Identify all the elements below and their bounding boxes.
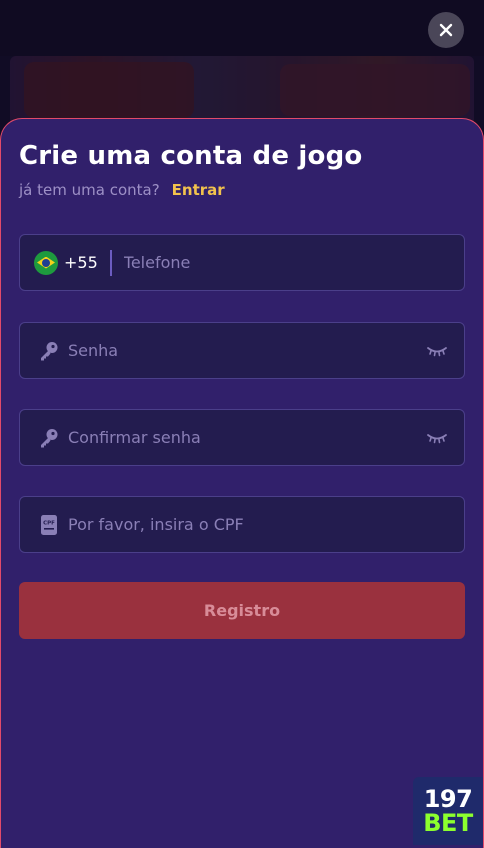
confirm-password-field <box>19 409 465 466</box>
register-button[interactable]: Registro <box>19 582 465 639</box>
country-code[interactable]: +55 <box>64 253 98 272</box>
close-icon <box>439 23 453 37</box>
brand-logo[interactable]: 197 BET <box>413 777 483 845</box>
brand-logo-text: BET <box>423 809 473 837</box>
cpf-input[interactable] <box>68 497 464 552</box>
brazil-flag-icon[interactable] <box>34 250 58 275</box>
modal-title: Crie uma conta de jogo <box>19 141 363 171</box>
confirm-password-input[interactable] <box>68 410 426 465</box>
svg-text:CPF: CPF <box>43 520 55 526</box>
cpf-card-icon: CPF <box>41 514 57 535</box>
phone-divider <box>109 249 112 276</box>
password-field <box>19 322 465 379</box>
key-icon <box>41 428 58 447</box>
phone-field: +55 <box>19 234 465 291</box>
close-button[interactable] <box>428 12 464 48</box>
key-icon <box>41 341 58 360</box>
cpf-field: CPF <box>19 496 465 553</box>
phone-input[interactable] <box>123 235 464 290</box>
login-prompt-text: já tem uma conta? <box>19 181 160 199</box>
password-input[interactable] <box>68 323 426 378</box>
login-prompt: já tem uma conta? Entrar <box>19 181 225 199</box>
brand-logo-number: 197 <box>423 785 473 813</box>
login-link[interactable]: Entrar <box>172 181 225 199</box>
eye-closed-icon[interactable] <box>426 344 448 358</box>
register-modal: Crie uma conta de jogo já tem uma conta?… <box>0 118 484 848</box>
eye-closed-icon[interactable] <box>426 431 448 445</box>
